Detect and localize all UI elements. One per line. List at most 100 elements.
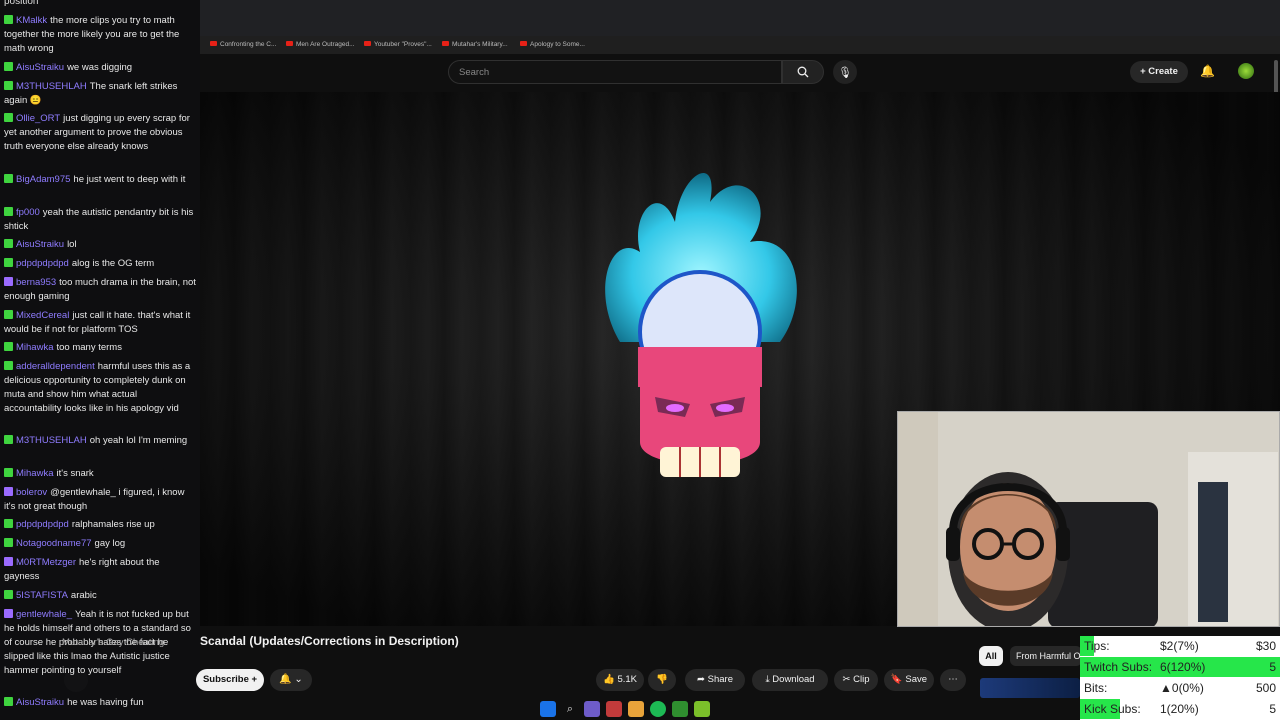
- search-icon[interactable]: ⌕: [562, 701, 578, 717]
- skull-logo-image: [605, 173, 797, 477]
- chat-username[interactable]: Notagoodname77: [16, 538, 92, 549]
- sub-badge-icon: [4, 590, 13, 599]
- like-button[interactable]: 👍 5.1K: [596, 669, 644, 691]
- bookmark-item[interactable]: Apology to Some...: [520, 41, 585, 48]
- sub-badge-icon: [4, 609, 13, 618]
- chat-top-fragment: position: [4, 0, 39, 7]
- chat-username[interactable]: fp000: [16, 207, 40, 218]
- sub-badge-icon: [4, 207, 13, 216]
- like-count: 5.1K: [617, 674, 638, 685]
- chat-message-text: gay log: [94, 538, 126, 549]
- chat-message-text: arabic: [70, 590, 97, 601]
- bookmark-item[interactable]: Confronting the C...: [210, 41, 276, 48]
- app-icon[interactable]: [694, 701, 710, 717]
- create-button[interactable]: + Create: [1130, 61, 1188, 83]
- sub-badge-icon: [4, 361, 13, 370]
- chat-username[interactable]: AisuStraiku: [16, 239, 64, 250]
- thumbs-down-icon: 👎: [656, 674, 668, 685]
- sub-badge-icon: [4, 174, 13, 183]
- video-title: Scandal (Updates/Corrections in Descript…: [200, 634, 459, 648]
- bookmarks-bar: Confronting the C... Men Are Outraged...…: [200, 36, 1280, 54]
- clip-button[interactable]: ✂ Clip: [834, 669, 878, 691]
- clip-label: Clip: [853, 674, 870, 685]
- chat-username[interactable]: M0RTMetzger: [16, 557, 76, 568]
- chat-username[interactable]: Mihawka: [16, 342, 54, 353]
- sub-badge-icon: [4, 557, 13, 566]
- chevron-down-icon: ⌄: [294, 674, 303, 685]
- app-icon[interactable]: [606, 701, 622, 717]
- browser-toolbar: ⊕⊖▢♥▷♡◉⊞: [200, 18, 1280, 50]
- dislike-button[interactable]: 👎: [648, 669, 676, 691]
- bookmark-item[interactable]: Mutahar's Military...: [442, 41, 508, 48]
- bookmark-item[interactable]: Men Are Outraged...: [286, 41, 355, 48]
- chat-message: fp000 yeah the autistic pendantry bit is …: [4, 206, 196, 234]
- chat-username[interactable]: M3THUSEHLAH: [16, 435, 87, 446]
- search-icon: [797, 66, 809, 78]
- goal-value: 1(20%): [1160, 702, 1199, 716]
- save-button[interactable]: 🔖 Save: [884, 669, 934, 691]
- chat-username[interactable]: adderalldependent: [16, 361, 95, 372]
- chat-message: AisuStraiku lol: [4, 238, 196, 252]
- more-actions-button[interactable]: ⋯: [940, 669, 966, 691]
- chat-message: AisuStraiku we was digging: [4, 61, 196, 75]
- download-button[interactable]: ⤓ Download: [752, 669, 828, 691]
- chat-overlay: position KMalkk the more clips you try to…: [0, 0, 200, 720]
- chat-username[interactable]: MixedCereal: [16, 310, 69, 321]
- chat-message: Ollie_ORT just digging up every scrap for…: [4, 112, 196, 154]
- sub-badge-icon: [4, 310, 13, 319]
- chat-message: AisuStraiku he was having fun: [4, 696, 196, 710]
- sub-badge-icon: [4, 81, 13, 90]
- notification-bell-button[interactable]: 🔔 ⌄: [270, 669, 312, 691]
- thumbs-up-icon: 👍: [602, 674, 615, 685]
- folder-icon[interactable]: [628, 701, 644, 717]
- goal-label: Twitch Subs:: [1084, 660, 1153, 674]
- chat-message-text: ralphamales rise up: [71, 519, 155, 530]
- search-input[interactable]: Search: [448, 60, 782, 84]
- chat-username[interactable]: gentlewhale_: [16, 609, 72, 620]
- chat-username[interactable]: Ollie_ORT: [16, 113, 60, 124]
- chat-username[interactable]: bolerov: [16, 487, 47, 498]
- chat-username[interactable]: AisuStraiku: [16, 62, 64, 73]
- download-icon: ⤓: [765, 674, 770, 685]
- chat-message: M3THUSEHLAH oh yeah lol I'm meming: [4, 434, 196, 448]
- windows-start-icon[interactable]: [540, 701, 556, 717]
- sub-badge-icon: [4, 435, 13, 444]
- create-label: Create: [1148, 66, 1178, 77]
- chip-all[interactable]: All: [979, 646, 1003, 666]
- chat-username[interactable]: AisuStraiku: [16, 697, 64, 708]
- share-icon: ➦: [697, 674, 705, 685]
- search-button[interactable]: [782, 60, 824, 84]
- chat-username[interactable]: pdpdpdpdpd: [16, 519, 69, 530]
- chat-username[interactable]: BigAdam975: [16, 174, 70, 185]
- sub-badge-icon: [4, 487, 13, 496]
- subscribe-button[interactable]: Subscribe +: [196, 669, 264, 691]
- avatar[interactable]: [1238, 63, 1254, 79]
- voice-search-button[interactable]: 🎙: [833, 60, 857, 84]
- goal-row: Kick Subs: 1(20%) 5: [1080, 699, 1280, 719]
- bell-icon: 🔔: [279, 674, 292, 685]
- chat-username[interactable]: Mihawka: [16, 468, 54, 479]
- share-button[interactable]: ➦ Share: [685, 669, 745, 691]
- chat-username[interactable]: pdpdpdpdpd: [16, 258, 69, 269]
- chat-username[interactable]: M3THUSEHLAH: [16, 81, 87, 92]
- chat-message-text: he was having fun: [67, 697, 144, 708]
- chat-message: bolerov @gentlewhale_ i figured, i know i…: [4, 486, 196, 514]
- bookmark-item[interactable]: Youtuber "Proves"...: [364, 41, 432, 48]
- chat-username[interactable]: 5ISTAFISTA: [16, 590, 68, 601]
- xbox-icon[interactable]: [672, 701, 688, 717]
- chip-from-channel[interactable]: From Harmful O...: [1010, 646, 1082, 666]
- more-icon: ⋯: [948, 674, 958, 685]
- chat-message-text: too many terms: [56, 342, 122, 353]
- chat-message: MixedCereal just call it hate. that's wha…: [4, 309, 196, 337]
- app-icon[interactable]: [584, 701, 600, 717]
- stream-goals-panel: Tips: $2(7%) $30 Twitch Subs: 6(120%) 5 …: [1080, 636, 1280, 720]
- chat-message-text: it's snark: [56, 468, 94, 479]
- bell-icon[interactable]: 🔔: [1200, 64, 1215, 78]
- sub-badge-icon: [4, 697, 13, 706]
- download-label: Download: [772, 674, 815, 685]
- chat-username[interactable]: berna953: [16, 277, 56, 288]
- related-video-thumbnail[interactable]: [980, 678, 1080, 698]
- youtube-header: Search 🎙 + Create 🔔: [200, 54, 1280, 90]
- spotify-icon[interactable]: [650, 701, 666, 717]
- chat-username[interactable]: KMalkk: [16, 15, 47, 26]
